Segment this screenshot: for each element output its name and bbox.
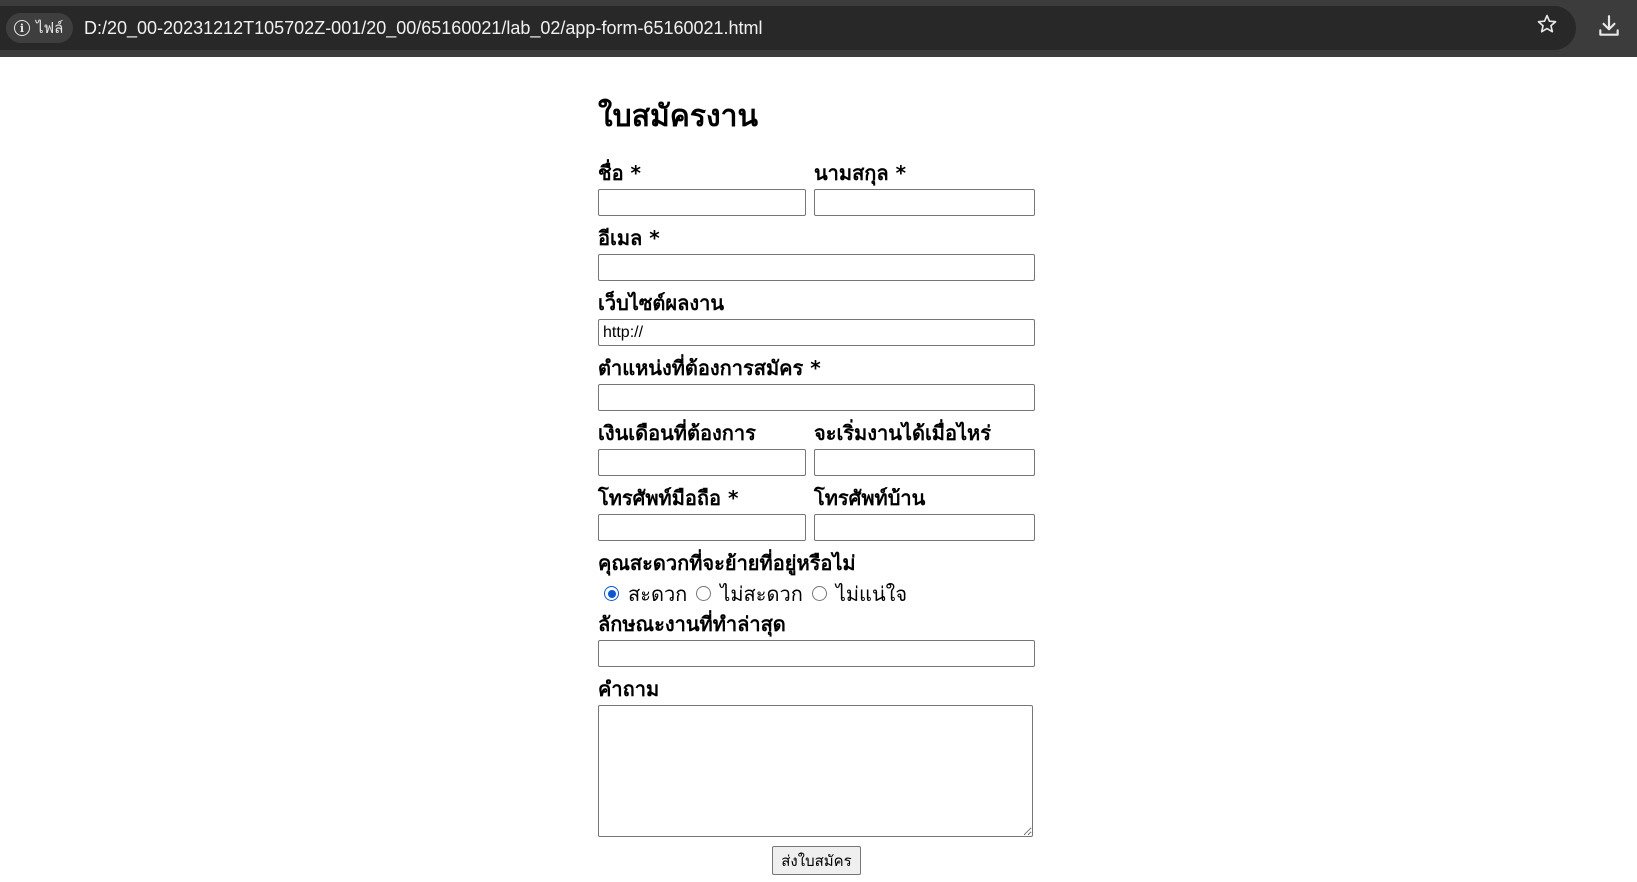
- application-form: ใบสมัครงาน ชื่อ * นามสกุล * อีเมล * เว็บ…: [598, 92, 1038, 875]
- site-info-chip[interactable]: i ไฟล์: [6, 13, 74, 43]
- phone-row: โทรศัพท์มือถือ * โทรศัพท์บ้าน: [598, 483, 1038, 541]
- page-title: ใบสมัครงาน: [598, 99, 758, 134]
- name-row: ชื่อ * นามสกุล *: [598, 158, 1038, 216]
- relocate-radio-group: สะดวก ไม่สะดวก ไม่แน่ใจ: [598, 579, 1038, 608]
- radio-unsure[interactable]: [811, 586, 827, 601]
- last-name-input[interactable]: [814, 189, 1035, 216]
- radio-unsure-label: ไม่แน่ใจ: [835, 581, 908, 606]
- browser-toolbar: i ไฟล์ D:/20_00-20231212T105702Z-001/20_…: [0, 0, 1637, 57]
- first-name-input[interactable]: [598, 189, 806, 216]
- website-label: เว็บไซต์ผลงาน: [598, 291, 725, 315]
- start-date-input[interactable]: [814, 449, 1035, 476]
- home-phone-input[interactable]: [814, 514, 1035, 541]
- url-text[interactable]: D:/20_00-20231212T105702Z-001/20_00/6516…: [84, 6, 763, 50]
- download-icon[interactable]: [1596, 13, 1622, 39]
- radio-yes-label: สะดวก: [628, 581, 688, 606]
- relocate-option-unsure[interactable]: ไม่แน่ใจ: [806, 578, 907, 610]
- first-name-label: ชื่อ *: [598, 161, 642, 185]
- question-textarea[interactable]: [598, 705, 1033, 837]
- last-job-input[interactable]: [598, 640, 1035, 667]
- mobile-phone-input[interactable]: [598, 514, 806, 541]
- bookmark-star-icon[interactable]: [1534, 13, 1560, 35]
- position-label: ตำแหน่งที่ต้องการสมัคร *: [598, 356, 821, 380]
- relocate-option-yes[interactable]: สะดวก: [598, 578, 687, 610]
- last-name-label: นามสกุล *: [814, 161, 907, 185]
- submit-button[interactable]: ส่งใบสมัคร: [772, 846, 861, 875]
- salary-label: เงินเดือนที่ต้องการ: [598, 421, 756, 445]
- website-input[interactable]: [598, 319, 1035, 346]
- radio-yes[interactable]: [604, 586, 619, 601]
- start-date-label: จะเริ่มงานได้เมื่อไหร่: [814, 421, 991, 445]
- info-icon: i: [14, 20, 30, 36]
- salary-input[interactable]: [598, 449, 806, 476]
- radio-no[interactable]: [696, 586, 712, 601]
- position-input[interactable]: [598, 384, 1035, 411]
- home-phone-label: โทรศัพท์บ้าน: [814, 486, 926, 510]
- email-label: อีเมล *: [598, 226, 660, 250]
- mobile-phone-label: โทรศัพท์มือถือ *: [598, 486, 739, 510]
- radio-no-label: ไม่สะดวก: [720, 581, 803, 606]
- relocate-label: คุณสะดวกที่จะย้ายที่อยู่หรือไม่: [598, 551, 856, 575]
- last-job-label: ลักษณะงานที่ทำล่าสุด: [598, 612, 786, 636]
- question-label: คำถาม: [598, 677, 660, 701]
- relocate-option-no[interactable]: ไม่สะดวก: [690, 578, 803, 610]
- address-bar[interactable]: i ไฟล์ D:/20_00-20231212T105702Z-001/20_…: [0, 6, 1576, 50]
- salary-row: เงินเดือนที่ต้องการ จะเริ่มงานได้เมื่อไห…: [598, 418, 1038, 476]
- email-input[interactable]: [598, 254, 1035, 281]
- site-info-label: ไฟล์: [36, 19, 64, 37]
